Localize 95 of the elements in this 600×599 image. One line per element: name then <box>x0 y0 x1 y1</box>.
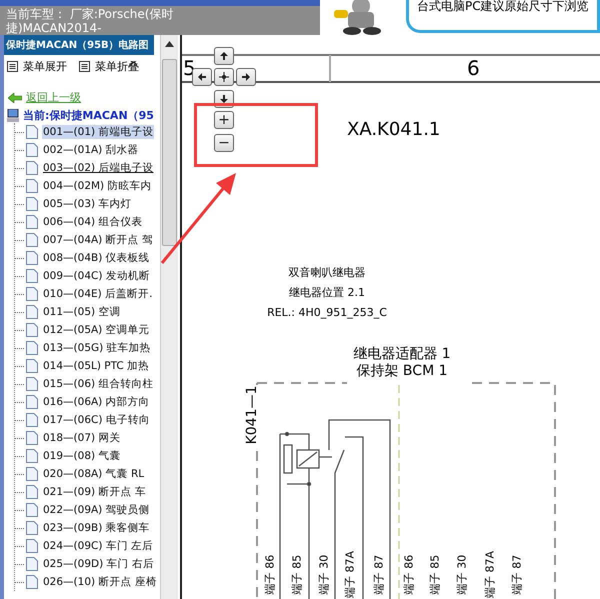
document-icon <box>26 449 38 463</box>
document-icon <box>26 575 38 589</box>
document-icon <box>26 503 38 517</box>
relay-label: 继电器位置 2.1 <box>288 285 366 301</box>
document-icon <box>26 521 38 535</box>
terminal-label: 端子 30 <box>456 554 468 596</box>
tree-item[interactable]: 008—(04B) 仪表板线 <box>42 251 151 265</box>
document-icon <box>26 269 38 283</box>
tree-item[interactable]: 004—(02M) 防眩车内 <box>42 179 152 193</box>
vehicle-info: 当前车型： 厂家:Porsche(保时 <box>6 7 174 21</box>
pan-up-button[interactable] <box>214 47 234 65</box>
tree-item[interactable]: 003—(02) 后端电子设 <box>42 161 154 175</box>
arrow-right-icon <box>241 72 251 82</box>
terminal-label: 端子 85 <box>290 554 304 596</box>
menu-item[interactable]: 菜单折叠 <box>79 59 139 74</box>
zoom-in-button[interactable]: + <box>214 111 234 129</box>
column-number: 6 <box>467 56 480 80</box>
document-icon <box>26 377 38 391</box>
tree-item[interactable]: 002—(01A) 刮水器 <box>42 143 140 157</box>
arrow-up-icon <box>219 51 229 61</box>
document-icon <box>26 341 38 355</box>
document-icon <box>26 359 38 373</box>
tree-item[interactable]: 006—(04) 组合仪表 <box>42 215 144 229</box>
tree-item[interactable]: 021—(09) 断开点 车 <box>42 485 147 499</box>
tree-item[interactable]: 016—(06A) 内部方向 <box>42 395 151 409</box>
connector-label: K041—1 <box>244 385 260 445</box>
tree-item[interactable]: 023—(09B) 乘客侧车 <box>42 521 151 535</box>
list-icon <box>79 61 90 72</box>
document-icon <box>26 179 38 193</box>
document-icon <box>26 251 38 265</box>
document-icon <box>26 215 38 229</box>
back-link[interactable]: 返回上一级 <box>26 90 81 105</box>
menu-item[interactable]: 菜单展开 <box>7 59 67 74</box>
document-icon <box>26 413 38 427</box>
center-button[interactable] <box>214 68 234 86</box>
tree-item[interactable]: 005—(03) 车内灯 <box>42 197 132 211</box>
terminal-label: 端子 87A <box>484 550 496 599</box>
document-icon <box>26 323 38 337</box>
document-icon <box>26 485 38 499</box>
tree-item[interactable]: 022—(09A) 驾驶员侧 <box>42 503 151 517</box>
document-icon <box>26 557 38 571</box>
arrow-left-icon <box>197 72 207 82</box>
document-icon <box>26 143 38 157</box>
document-icon <box>26 161 38 175</box>
list-icon <box>7 61 18 72</box>
computer-icon <box>7 109 19 122</box>
panel-title: 保时捷MACAN（95B）电路图 <box>4 35 154 55</box>
document-icon <box>26 287 38 301</box>
tree-item[interactable]: 024—(09C) 车门 左后 <box>42 539 154 553</box>
tree-item[interactable]: 001—(01) 前端电子设 <box>42 125 154 139</box>
terminal-label: 端子 85 <box>428 554 442 596</box>
terminal-label: 端子 30 <box>318 554 330 596</box>
relay-label: REL.: 4H0_951_253_C <box>266 305 388 321</box>
terminal-label: 端子 87 <box>510 554 524 596</box>
document-icon <box>26 395 38 409</box>
scroll-up-icon[interactable] <box>165 41 174 47</box>
tree-item[interactable]: 025—(09D) 车门 右后 <box>42 557 155 571</box>
scrollbar[interactable] <box>160 35 178 599</box>
terminal-label: 端子 87 <box>372 554 386 596</box>
document-icon <box>26 305 38 319</box>
component-id: XA.K041.1 <box>347 119 440 140</box>
terminal-label: 端子 87A <box>344 550 356 599</box>
document-icon <box>26 233 38 247</box>
tree-item[interactable]: 013—(05G) 驻车加热 <box>42 341 152 355</box>
document-icon <box>26 197 38 211</box>
back-arrow-icon <box>8 92 22 102</box>
terminal-label: 端子 86 <box>402 554 416 596</box>
pan-left-button[interactable] <box>192 68 212 86</box>
tree-item[interactable]: 026—(10) 断开点 座椅 <box>42 575 158 589</box>
document-icon <box>26 431 38 445</box>
tree-item[interactable]: 018—(07) 网关 <box>42 431 122 445</box>
tree-item[interactable]: 012—(05A) 空调单元 <box>42 323 151 337</box>
tree-item[interactable]: 007—(04A) 断开点 驾 <box>42 233 154 247</box>
tree-item[interactable]: 020—(08A) 气囊 RL <box>42 467 146 481</box>
tree-item[interactable]: 011—(05) 空调 <box>42 305 122 319</box>
zoom-out-button[interactable]: − <box>214 134 234 152</box>
terminal-label: 端子 86 <box>264 554 276 596</box>
current-model: 当前:保时捷MACAN（95 <box>23 108 154 123</box>
tree-item[interactable]: 010—(04E) 后盖断开. <box>42 287 154 301</box>
tree-item[interactable]: 019—(08) 气囊 <box>42 449 122 463</box>
pan-right-button[interactable] <box>236 68 256 86</box>
tree-item[interactable]: 015—(06) 组合转向柱 <box>42 377 154 391</box>
adapter-label: 继电器适配器 1 <box>352 346 452 363</box>
tree-item[interactable]: 009—(04C) 发动机断 <box>42 269 151 283</box>
vehicle-info: 捷)MACAN2014- <box>6 21 102 35</box>
tree-item[interactable]: 017—(06C) 电子转向 <box>42 413 151 427</box>
crosshair-icon <box>219 72 229 82</box>
arrow-down-icon <box>219 94 229 104</box>
document-icon <box>26 467 38 481</box>
document-icon <box>26 539 38 553</box>
relay-label: 双音喇叭继电器 <box>288 265 366 281</box>
tree-item[interactable]: 014—(05L) PTC 加热 <box>42 359 150 373</box>
document-icon <box>26 125 38 139</box>
speech-bubble: 台式电脑PC建议原始尺寸下浏览 <box>406 0 600 33</box>
adapter-label: 保持架 BCM 1 <box>355 363 449 380</box>
